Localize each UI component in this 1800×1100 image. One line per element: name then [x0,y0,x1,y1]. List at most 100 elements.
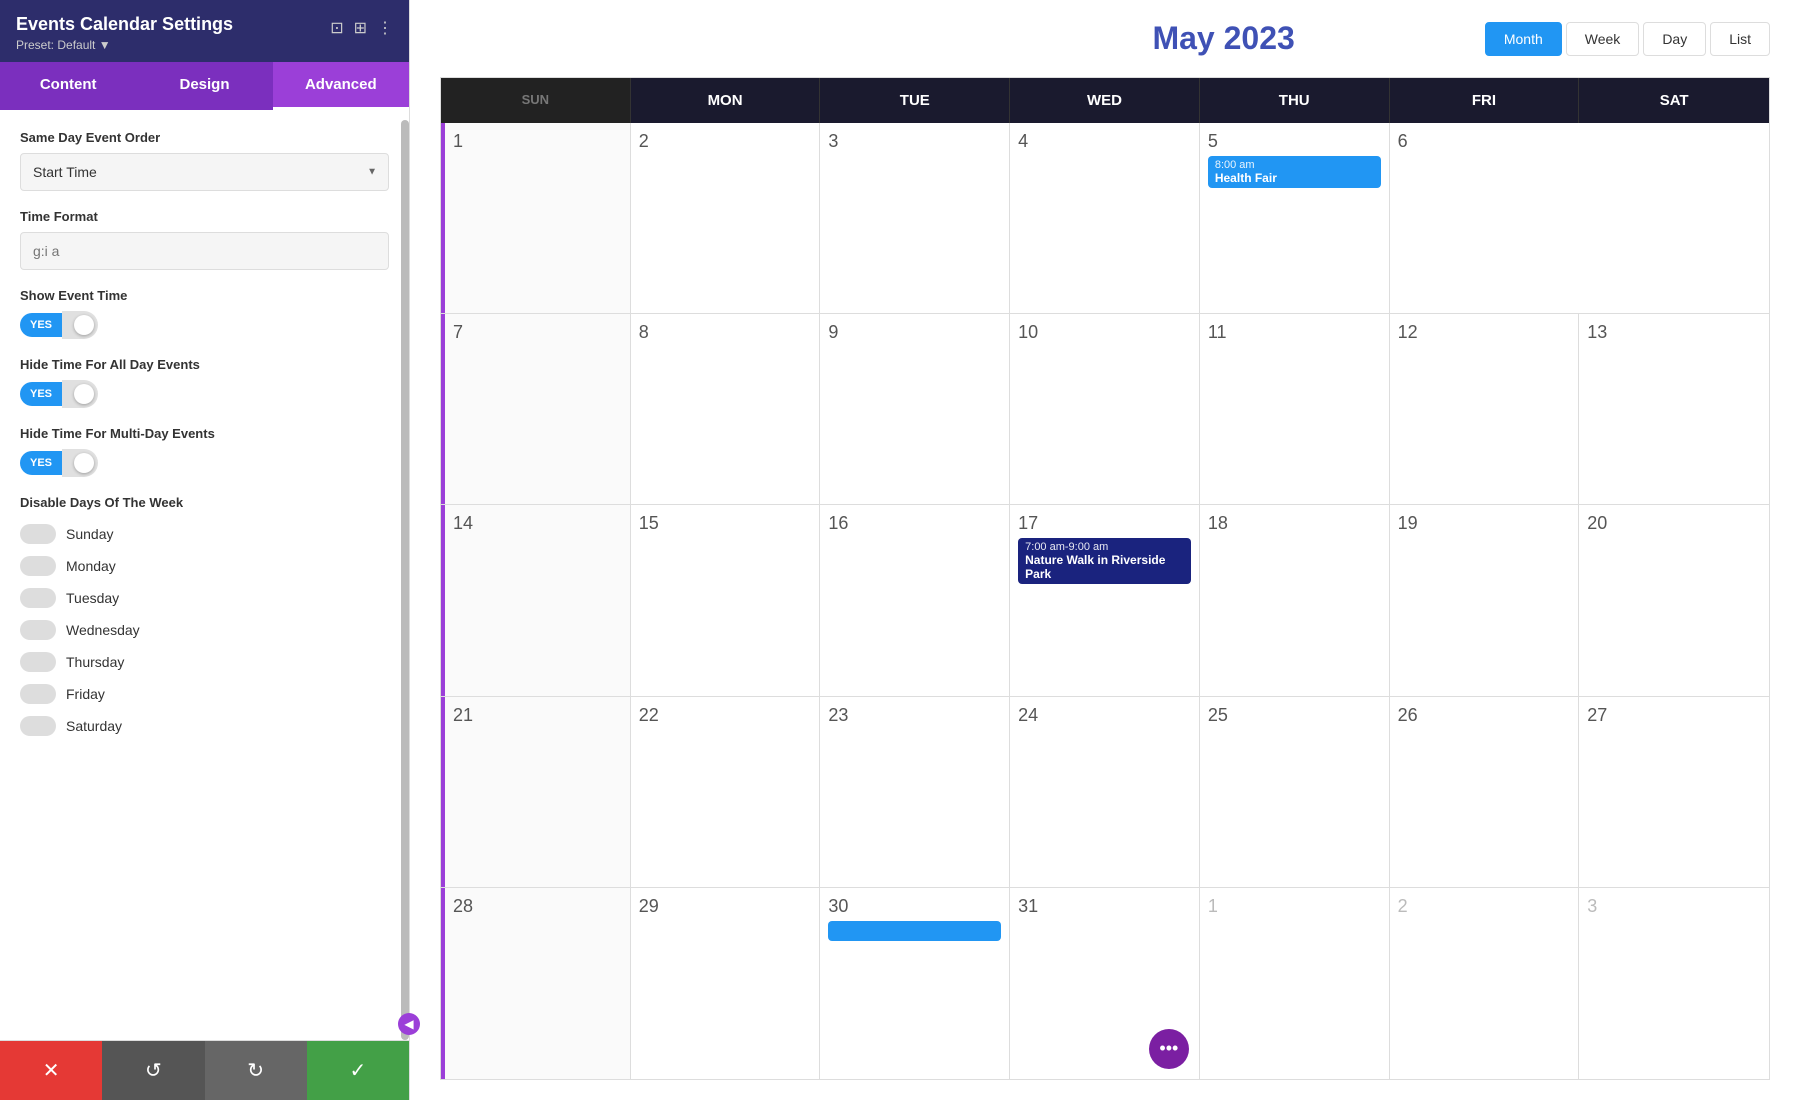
day-checkbox-saturday[interactable] [20,716,56,736]
cell-may-10[interactable]: 10 [1010,314,1200,504]
save-button[interactable]: ✓ [307,1041,409,1100]
health-fair-event[interactable]: 8:00 am Health Fair [1208,156,1381,188]
day-checkbox-tuesday[interactable] [20,588,56,608]
cell-may-17[interactable]: 17 7:00 am-9:00 am Nature Walk in Rivers… [1010,505,1200,695]
nature-walk-name: Nature Walk in Riverside Park [1025,553,1184,581]
more-icon[interactable]: ⋮ [377,18,393,38]
cell-may-20[interactable]: 20 [1579,505,1769,695]
cell-may-18[interactable]: 18 [1200,505,1390,695]
day-checkbox-monday[interactable] [20,556,56,576]
show-event-time-thumb [74,315,94,335]
cell-may-26[interactable]: 26 [1390,697,1580,887]
day-header-wed: WED [1010,78,1200,123]
cell-may-27[interactable]: 27 [1579,697,1769,887]
cell-number-16: 16 [828,513,1001,534]
cell-may-8[interactable]: 8 [631,314,821,504]
view-month-button[interactable]: Month [1485,22,1562,56]
hide-time-multi-day-toggle[interactable]: YES [20,449,389,477]
cell-may-6[interactable]: 6 [1390,123,1580,313]
day-row-wednesday: Wednesday [20,614,389,646]
panel-header: Events Calendar Settings Preset: Default… [0,0,409,62]
settings-panel: Events Calendar Settings Preset: Default… [0,0,410,1100]
more-events-button[interactable]: ••• [1149,1029,1189,1069]
cell-number-27: 27 [1587,705,1761,726]
cell-may-19[interactable]: 19 [1390,505,1580,695]
day-header-mon: MON [631,78,821,123]
tab-advanced[interactable]: Advanced [273,62,409,110]
day-checkbox-sunday[interactable] [20,524,56,544]
cell-number-18: 18 [1208,513,1381,534]
cell-may-15[interactable]: 15 [631,505,821,695]
cell-may-5[interactable]: 5 8:00 am Health Fair [1200,123,1390,313]
cancel-button[interactable]: ✕ [0,1041,102,1100]
cell-may-13[interactable]: 13 [1579,314,1769,504]
cell-number-22: 22 [639,705,812,726]
cell-may-25[interactable]: 25 [1200,697,1390,887]
day-checkbox-friday[interactable] [20,684,56,704]
cell-number-11: 11 [1208,322,1381,343]
expand-icon[interactable]: ⊞ [354,18,367,38]
cell-jun-2[interactable]: 2 [1390,888,1580,1079]
hide-time-all-day-yes: YES [20,382,62,406]
cell-may-2[interactable]: 2 [631,123,821,313]
cell-may-22[interactable]: 22 [631,697,821,887]
view-day-button[interactable]: Day [1643,22,1706,56]
cell-may-28: 28 [441,888,631,1079]
time-format-input[interactable] [20,232,389,270]
cell-may-3[interactable]: 3 [820,123,1010,313]
cell-jun-1[interactable]: 1 [1200,888,1390,1079]
calendar-week-1: 1 2 3 4 5 8:00 am Health Fair [441,123,1769,314]
day-row-friday: Friday [20,678,389,710]
cell-may-23[interactable]: 23 [820,697,1010,887]
may-30-event[interactable] [828,921,1001,941]
cell-may-12[interactable]: 12 [1390,314,1580,504]
hide-time-multi-day-thumb [74,453,94,473]
calendar-week-5: 28 29 30 31 ••• 1 [441,888,1769,1079]
day-checkbox-thursday[interactable] [20,652,56,672]
day-checkbox-wednesday[interactable] [20,620,56,640]
cell-may-4[interactable]: 4 [1010,123,1200,313]
nature-walk-time: 7:00 am-9:00 am [1025,541,1184,553]
day-name-thursday: Thursday [66,654,124,670]
cell-may-9[interactable]: 9 [820,314,1010,504]
tab-bar: Content Design Advanced [0,62,409,110]
scroll-indicator: ◀ [398,1013,420,1035]
resize-handle[interactable] [401,120,409,1040]
cell-number-jun-2: 2 [1398,896,1571,917]
calendar-header: May 2023 Month Week Day List [440,20,1770,57]
cell-may-29[interactable]: 29 [631,888,821,1079]
cell-may-30[interactable]: 30 [820,888,1010,1079]
cell-may-16[interactable]: 16 [820,505,1010,695]
panel-subtitle[interactable]: Preset: Default ▼ [16,38,233,52]
cell-may-1: 1 [441,123,631,313]
cell-may-31[interactable]: 31 ••• [1010,888,1200,1079]
tab-design[interactable]: Design [136,62,272,110]
view-week-button[interactable]: Week [1566,22,1640,56]
redo-button[interactable]: ↻ [205,1041,307,1100]
nature-walk-event[interactable]: 7:00 am-9:00 am Nature Walk in Riverside… [1018,538,1191,584]
cell-number-2: 2 [639,131,812,152]
view-list-button[interactable]: List [1710,22,1770,56]
calendar-week-4: 21 22 23 24 25 26 27 [441,697,1769,888]
show-event-time-yes: YES [20,313,62,337]
hide-time-all-day-thumb [74,384,94,404]
minimize-icon[interactable]: ⊡ [330,18,343,38]
show-event-time-toggle[interactable]: YES [20,311,389,339]
cell-number-31: 31 [1018,896,1191,917]
cell-may-21: 21 [441,697,631,887]
undo-icon: ↺ [145,1058,162,1083]
same-day-event-order-label: Same Day Event Order [20,130,389,145]
same-day-event-order-select[interactable]: Start Time End Time Title [20,153,389,191]
cancel-icon: ✕ [43,1058,60,1083]
cell-number-23: 23 [828,705,1001,726]
calendar-panel: May 2023 Month Week Day List SUN MON TUE… [410,0,1800,1100]
panel-content: Same Day Event Order Start Time End Time… [0,110,409,1040]
cell-may-24[interactable]: 24 [1010,697,1200,887]
hide-time-all-day-toggle[interactable]: YES [20,380,389,408]
undo-button[interactable]: ↺ [102,1041,204,1100]
calendar-title: May 2023 [962,20,1484,57]
cell-jun-3[interactable]: 3 [1579,888,1769,1079]
tab-content[interactable]: Content [0,62,136,110]
cell-may-11[interactable]: 11 [1200,314,1390,504]
cell-number-20: 20 [1587,513,1761,534]
